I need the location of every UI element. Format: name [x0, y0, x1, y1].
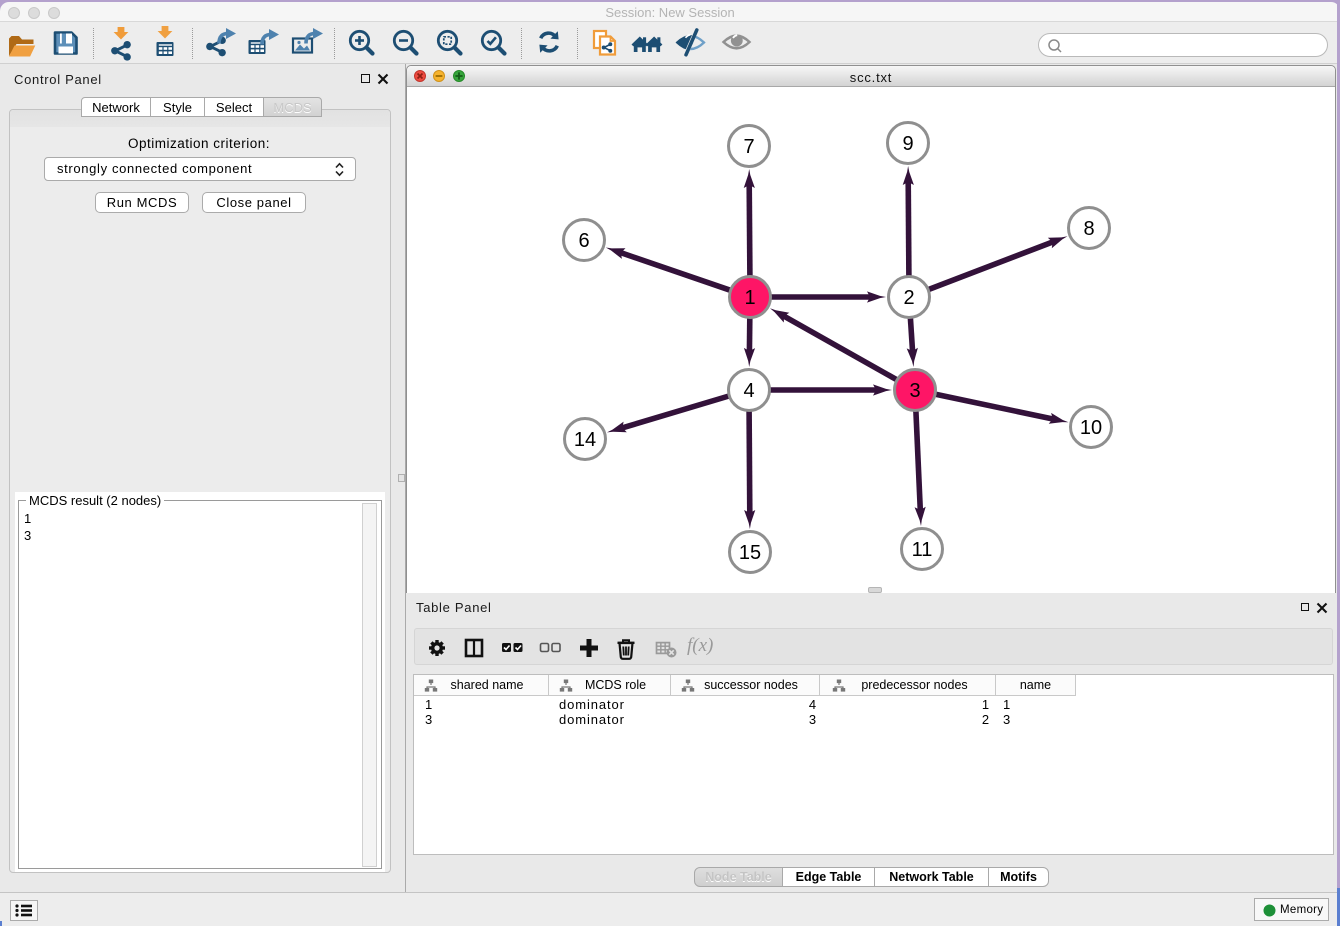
svg-text:9: 9: [902, 133, 913, 155]
svg-text:2: 2: [903, 287, 914, 309]
svg-text:1: 1: [744, 287, 755, 309]
svg-text:8: 8: [1083, 218, 1094, 240]
svg-text:4: 4: [743, 380, 754, 402]
svg-text:11: 11: [912, 539, 933, 561]
svg-text:7: 7: [743, 136, 754, 158]
svg-text:10: 10: [1080, 417, 1102, 439]
svg-text:15: 15: [739, 542, 761, 564]
svg-text:14: 14: [574, 429, 596, 451]
svg-text:6: 6: [578, 230, 589, 252]
svg-text:3: 3: [909, 380, 920, 402]
